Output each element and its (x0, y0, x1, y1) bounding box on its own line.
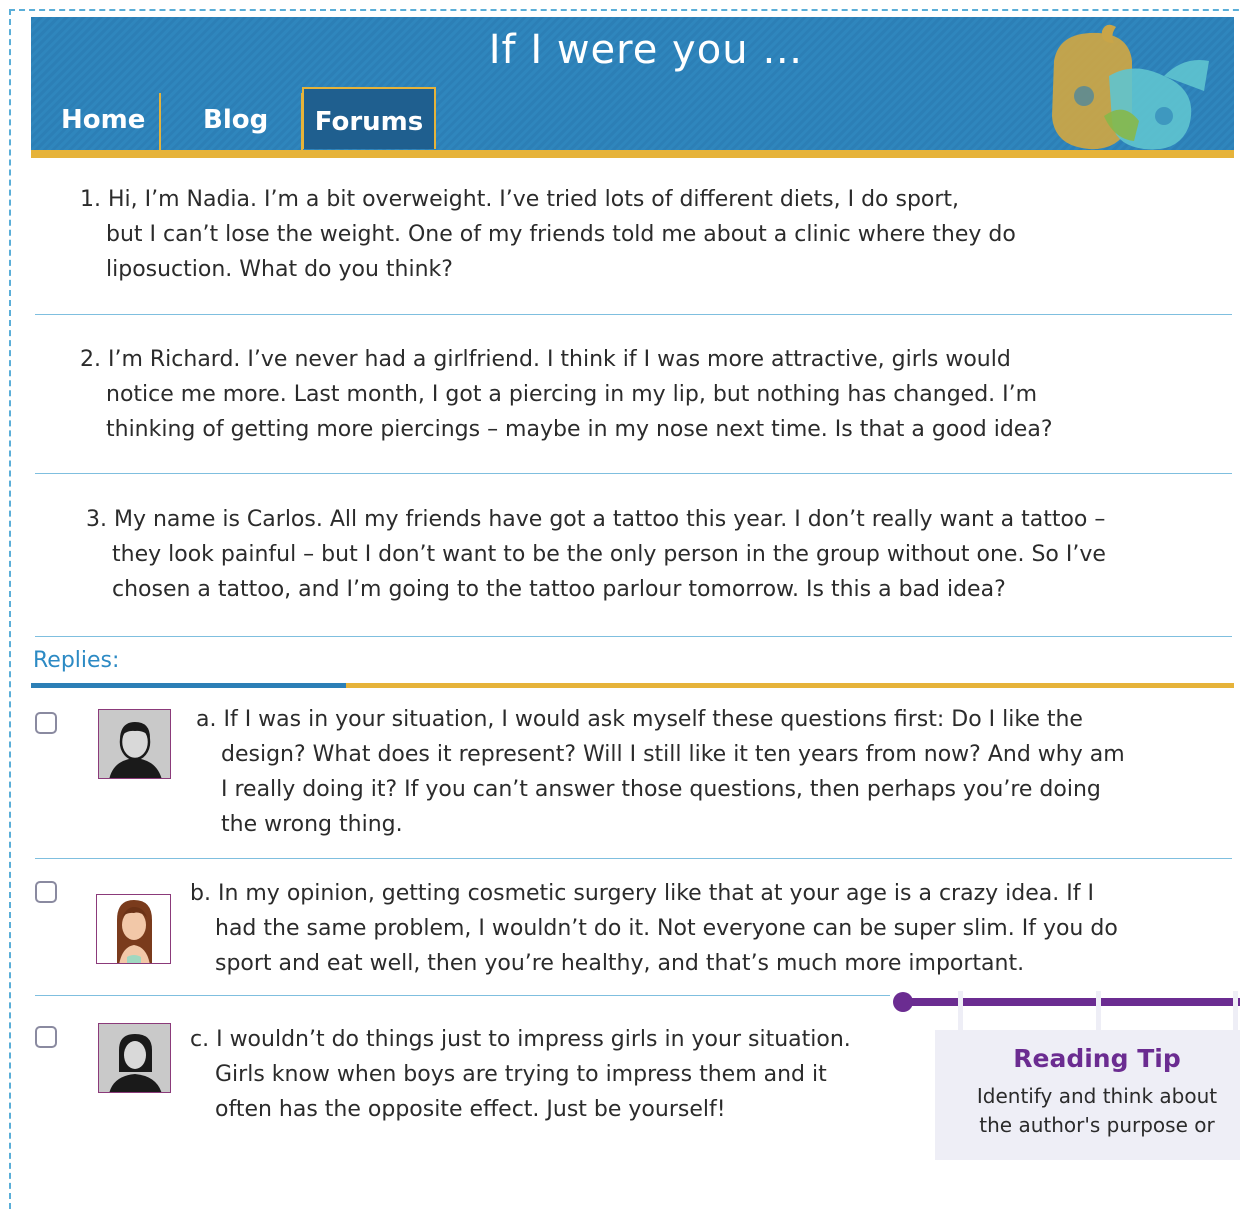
reply-divider (35, 995, 890, 996)
post-text-line: but I can’t lose the weight. One of my f… (106, 222, 1016, 247)
forum-header: If I were you … Home Blog Forums (31, 17, 1234, 158)
speech-bubbles-logo-icon (1052, 24, 1209, 150)
reply-a-checkbox[interactable] (35, 712, 57, 734)
replies-accent-bar (31, 683, 1234, 688)
reply-text-line: a. If I was in your situation, I would a… (196, 707, 1083, 732)
post-text-line: 2. I’m Richard. I’ve never had a girlfri… (80, 347, 1011, 372)
header-accent-bar (31, 150, 1234, 158)
post-divider (35, 473, 1232, 474)
post-text-line: 3. My name is Carlos. All my friends hav… (86, 507, 1106, 532)
reading-tip-box: Reading Tip Identify and think about the… (935, 1030, 1240, 1160)
post-text-line: 1. Hi, I’m Nadia. I’m a bit overweight. … (80, 187, 960, 212)
post-text-line: chosen a tattoo, and I’m going to the ta… (112, 577, 1006, 602)
post-divider (35, 636, 1232, 637)
reading-tip-line: Identify and think about (976, 1084, 1218, 1108)
reply-text-line: often has the opposite effect. Just be y… (215, 1097, 726, 1122)
post-divider (35, 314, 1232, 315)
post-text-line: they look painful – but I don’t want to … (112, 542, 1106, 567)
post-text-line: liposuction. What do you think? (106, 257, 453, 282)
reply-text-line: had the same problem, I wouldn’t do it. … (215, 916, 1118, 941)
reply-a: a. If I was in your situation, I would a… (196, 702, 1125, 842)
reply-divider (35, 858, 1232, 859)
reply-text-line: Girls know when boys are trying to impre… (215, 1062, 827, 1087)
reading-tip-text: Identify and think about the author's pu… (935, 1082, 1240, 1140)
tab-home[interactable]: Home (61, 87, 161, 149)
reply-text-line: the wrong thing. (221, 812, 403, 837)
reply-b-checkbox[interactable] (35, 881, 57, 903)
forum-post-3: 3. My name is Carlos. All my friends hav… (86, 502, 1106, 607)
forum-post-2: 2. I’m Richard. I’ve never had a girlfri… (80, 342, 1053, 447)
woman-avatar-icon (98, 1023, 171, 1093)
man-avatar-icon (98, 709, 171, 779)
reply-text-line: c. I wouldn’t do things just to impress … (190, 1027, 851, 1052)
reply-c: c. I wouldn’t do things just to impress … (190, 1022, 851, 1127)
tab-forums[interactable]: Forums (302, 87, 436, 149)
post-text-line: notice me more. Last month, I got a pier… (106, 382, 1038, 407)
replies-heading: Replies: (33, 648, 120, 673)
post-text-line: thinking of getting more piercings – may… (106, 417, 1053, 442)
reply-text-line: design? What does it represent? Will I s… (221, 742, 1125, 767)
reply-text-line: I really doing it? If you can’t answer t… (221, 777, 1101, 802)
forum-post-1: 1. Hi, I’m Nadia. I’m a bit overweight. … (80, 182, 1016, 287)
reading-tip-title: Reading Tip (1013, 1044, 1181, 1073)
reply-c-checkbox[interactable] (35, 1026, 57, 1048)
nav-divider (159, 93, 161, 151)
reading-tip-line: the author's purpose or (979, 1113, 1215, 1137)
reply-b: b. In my opinion, getting cosmetic surge… (190, 876, 1118, 981)
reply-text-line: sport and eat well, then you’re healthy,… (215, 951, 1025, 976)
woman-photo-avatar-icon (96, 894, 171, 964)
reading-tip-binder-rail (893, 991, 1240, 1031)
reply-text-line: b. In my opinion, getting cosmetic surge… (190, 881, 1094, 906)
tab-blog[interactable]: Blog (203, 87, 293, 149)
